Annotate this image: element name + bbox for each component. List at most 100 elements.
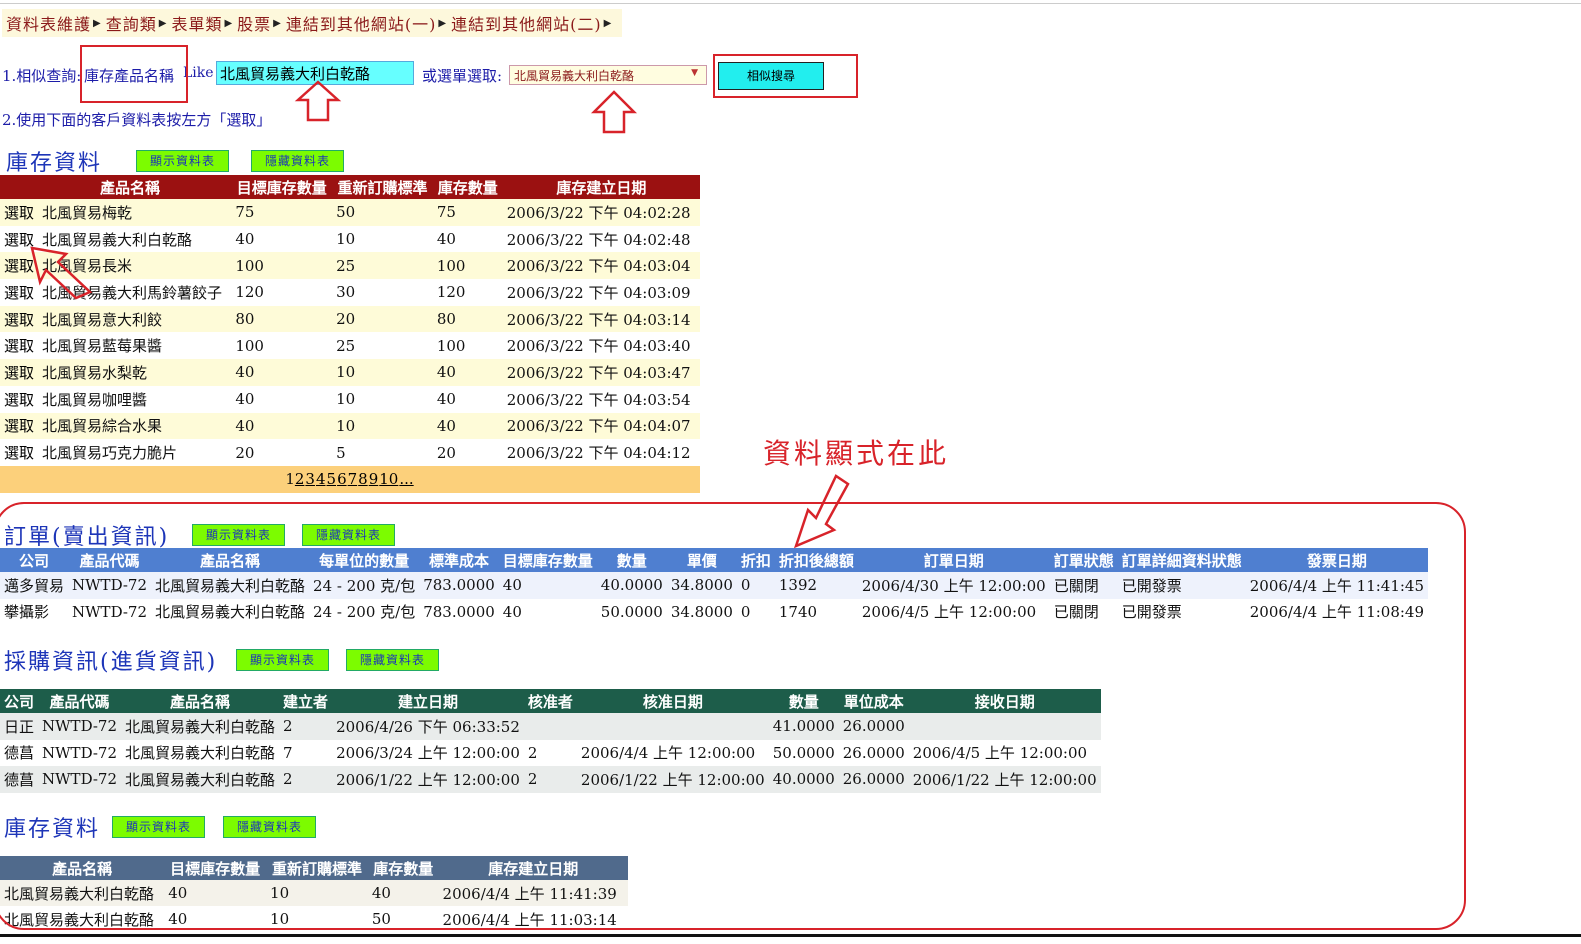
table-cell: 80 (432, 305, 503, 333)
table-row: 選取 北風貿易咖哩醬 40 10 40 2006/3/22 下午 04:03:54 (0, 385, 700, 413)
table-cell: 北風貿易藍莓果醬 (38, 332, 232, 360)
inventory-show-button[interactable]: 顯示資料表 (136, 150, 229, 172)
inventory-title: 庫存資料 (6, 151, 103, 176)
table-cell: 2006/3/22 下午 04:03:09 (502, 279, 700, 306)
page-link[interactable]: 2 (295, 470, 305, 488)
table-cell: 25 (332, 252, 433, 280)
table-cell: 80 (231, 305, 333, 333)
table-cell: 20 (432, 439, 503, 466)
search-input[interactable]: 北風貿易義大利白乾酪 (216, 61, 414, 85)
bottom-divider (0, 934, 1581, 937)
table-cell: 2006/3/22 下午 04:03:40 (502, 332, 700, 360)
inventory-col-header: 庫存數量 (432, 175, 503, 199)
select-link[interactable]: 選取 (0, 225, 39, 253)
table-row: 選取 北風貿易義大利馬鈴薯餃子 120 30 120 2006/3/22 下午 04:03… (0, 279, 700, 306)
table-cell: 100 (432, 252, 503, 280)
table-cell: 50 (332, 199, 433, 226)
page-link[interactable]: 8 (358, 470, 368, 488)
table-cell: 40 (231, 359, 333, 386)
menu-item-query[interactable]: 查詢類 ▶ (106, 11, 168, 35)
table-cell: 25 (332, 332, 433, 360)
table-cell: 40 (432, 412, 503, 440)
menu-item-data-maintenance[interactable]: 資料表維護 ▶ (6, 11, 102, 35)
inventory-col-header: 目標庫存數量 (231, 175, 333, 199)
table-cell: 40 (231, 412, 333, 440)
product-select[interactable]: 北風貿易義大利白乾酪 ▼ (509, 65, 707, 85)
page-link[interactable]: 6 (337, 470, 347, 488)
table-cell: 40 (432, 225, 503, 253)
table-cell: 40 (231, 225, 333, 253)
select-link[interactable]: 選取 (0, 332, 39, 360)
inventory-table: 產品名稱 目標庫存數量 重新訂購標準 庫存數量 庫存建立日期 選取 北風貿易梅乾 7… (0, 175, 700, 493)
page-link[interactable]: 9 (369, 470, 379, 488)
table-cell: 北風貿易義大利馬鈴薯餃子 (38, 279, 232, 306)
select-link[interactable]: 選取 (0, 279, 39, 306)
page-link[interactable]: 7 (348, 470, 358, 488)
inventory-hide-button[interactable]: 隱藏資料表 (251, 150, 344, 172)
table-row: 選取 北風貿易義大利白乾酪 40 10 40 2006/3/22 下午 04:02:48 (0, 225, 700, 253)
page-link: 1 (285, 470, 295, 489)
highlight-box-field-label (80, 45, 188, 103)
table-cell: 30 (332, 279, 433, 306)
table-cell: 75 (231, 199, 333, 226)
table-cell: 10 (332, 225, 433, 253)
inventory-col-header: 庫存建立日期 (502, 175, 700, 199)
table-cell: 北風貿易綜合水果 (38, 412, 232, 440)
caret-right-icon: ▶ (603, 17, 613, 29)
caret-right-icon: ▶ (93, 17, 102, 29)
table-cell: 100 (231, 252, 333, 280)
table-cell: 2006/3/22 下午 04:02:28 (502, 199, 700, 226)
up-arrow-icon (590, 90, 638, 134)
select-link[interactable]: 選取 (0, 305, 39, 333)
table-cell: 120 (432, 279, 503, 306)
caret-right-icon: ▶ (224, 17, 234, 29)
page-link[interactable]: 10 (379, 470, 398, 488)
menu-item-forms[interactable]: 表單類 ▶ (171, 11, 233, 35)
table-cell: 2006/3/22 下午 04:04:07 (502, 412, 700, 440)
inventory-header-row: 產品名稱 目標庫存數量 重新訂購標準 庫存數量 庫存建立日期 (0, 175, 700, 199)
page-link[interactable]: 3 (305, 470, 315, 488)
table-row: 選取 北風貿易藍莓果醬 100 25 100 2006/3/22 下午 04:03:40 (0, 332, 700, 360)
top-divider (0, 3, 1581, 4)
table-row: 選取 北風貿易水梨乾 40 10 40 2006/3/22 下午 04:03:47 (0, 359, 700, 386)
select-link[interactable]: 選取 (0, 412, 39, 440)
table-cell: 2006/3/22 下午 04:04:12 (502, 439, 700, 466)
table-cell: 40 (432, 359, 503, 386)
table-cell: 2006/3/22 下午 04:03:04 (502, 252, 700, 280)
up-arrow-icon (294, 80, 342, 122)
menu-item-links-2[interactable]: 連結到其他網站(二) ▶ (451, 11, 612, 35)
select-label: 或選單選取: (422, 67, 503, 85)
menu-bar: 資料表維護 ▶ 查詢類 ▶ 表單類 ▶ 股票 ▶ 連結到其他網站(一) ▶ 連結到其他網站… (2, 9, 623, 37)
chevron-down-icon: ▼ (691, 68, 698, 78)
table-cell: 2006/3/22 下午 04:03:54 (502, 385, 700, 413)
caret-right-icon: ▶ (158, 17, 168, 29)
table-cell: 10 (332, 359, 433, 386)
page-link[interactable]: 4 (316, 470, 326, 488)
table-cell: 北風貿易義大利白乾酪 (38, 225, 232, 253)
table-cell: 北風貿易水梨乾 (38, 359, 232, 386)
inventory-col-header: 產品名稱 (38, 175, 232, 199)
table-cell: 2006/3/22 下午 04:03:14 (502, 305, 700, 333)
table-row: 選取 北風貿易長米 100 25 100 2006/3/22 下午 04:03:04 (0, 252, 700, 280)
select-link[interactable]: 選取 (0, 385, 39, 413)
highlight-region-results (0, 502, 1466, 930)
table-row: 選取 北風貿易梅乾 75 50 75 2006/3/22 下午 04:02:28 (0, 199, 700, 226)
highlight-box-search-button (713, 54, 858, 98)
caret-right-icon: ▶ (273, 17, 282, 29)
table-cell: 2006/3/22 下午 04:02:48 (502, 225, 700, 253)
pager-row: 12345678910... (0, 465, 700, 493)
select-link[interactable]: 選取 (0, 199, 39, 226)
menu-item-stocks[interactable]: 股票 ▶ (237, 11, 282, 35)
table-cell: 北風貿易巧克力脆片 (38, 439, 232, 466)
table-cell: 北風貿易長米 (38, 252, 232, 280)
select-link[interactable]: 選取 (0, 359, 39, 386)
select-link[interactable]: 選取 (0, 252, 39, 280)
table-cell: 20 (332, 305, 433, 333)
table-cell: 40 (231, 385, 333, 413)
menu-item-links-1[interactable]: 連結到其他網站(一) ▶ (286, 11, 447, 35)
pager: 12345678910... (0, 465, 700, 493)
select-link[interactable]: 選取 (0, 439, 39, 466)
table-row: 選取 北風貿易意大利餃 80 20 80 2006/3/22 下午 04:03:14 (0, 305, 700, 333)
page-link[interactable]: ... (399, 470, 413, 488)
page-link[interactable]: 5 (327, 470, 337, 488)
